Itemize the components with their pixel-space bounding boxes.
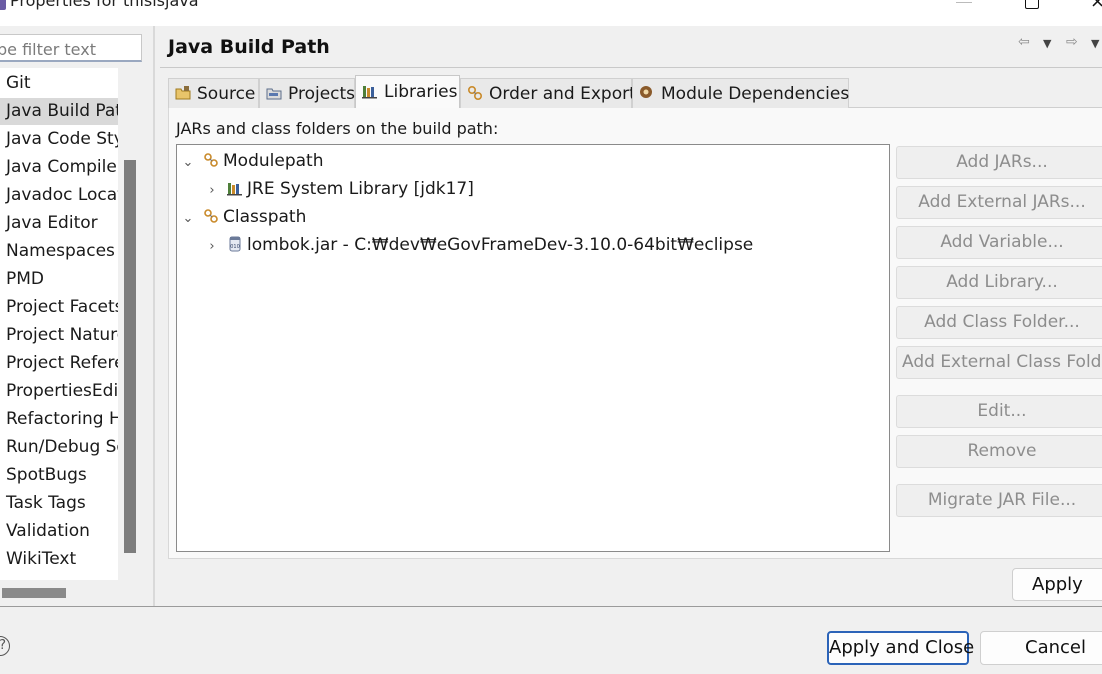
order-export-icon — [467, 81, 483, 101]
chevron-right-icon[interactable]: › — [205, 178, 219, 204]
chevron-right-icon[interactable]: › — [205, 234, 219, 260]
tree-node-modulepath[interactable]: ⌄ Modulepath — [181, 148, 324, 176]
sidebar-item-task-tags[interactable]: Task Tags — [0, 490, 118, 517]
apply-button[interactable]: Apply — [1012, 568, 1102, 601]
sidebar-item-java-build-path[interactable]: Java Build Pat — [0, 98, 118, 125]
maximize-icon[interactable] — [1025, 0, 1039, 9]
close-icon[interactable]: × — [1090, 0, 1102, 12]
add-external-jars-button[interactable]: Add External JARs... — [896, 186, 1102, 219]
tree-label-lombok-jar: lombok.jar - C:₩dev₩eGovFrameDev-3.10.0-… — [247, 235, 754, 255]
build-path-heading: JARs and class folders on the build path… — [176, 119, 499, 138]
sidebar-item-project-natures[interactable]: Project Nature — [0, 322, 118, 349]
tree-label-jre-system-library: JRE System Library [jdk17] — [247, 179, 474, 199]
add-external-class-folder-button[interactable]: Add External Class Folder — [896, 346, 1102, 379]
sidebar-item-javadoc-location[interactable]: Javadoc Locat — [0, 182, 118, 209]
apply-and-close-button[interactable]: Apply and Close — [827, 631, 974, 665]
source-folder-icon — [175, 81, 191, 100]
sidebar-item-project-facets[interactable]: Project Facets — [0, 294, 118, 321]
pane-splitter[interactable] — [153, 26, 155, 606]
module-icon — [639, 81, 655, 98]
window-title: Properties for thisisjava — [10, 0, 199, 10]
sidebar-item-wikitext[interactable]: WikiText — [0, 546, 118, 573]
chevron-down-icon[interactable]: ⌄ — [181, 206, 195, 232]
add-class-folder-button[interactable]: Add Class Folder... — [896, 306, 1102, 339]
tree-label-classpath: Classpath — [223, 207, 307, 227]
tree-node-jre-system-library[interactable]: › JRE System Library [jdk17] — [205, 176, 474, 204]
window-titlebar: Properties for thisisjava × — [0, 0, 1102, 26]
tab-source[interactable]: Source — [168, 78, 259, 108]
view-menu-icon[interactable]: ▼ — [1091, 37, 1099, 50]
build-path-tree[interactable]: ⌄ Modulepath › JRE System Library [jdk17… — [176, 144, 890, 552]
minimize-icon[interactable] — [956, 2, 972, 3]
sidebar-item-java-editor[interactable]: Java Editor — [0, 210, 118, 237]
sidebar-item-git[interactable]: Git — [0, 70, 118, 97]
tree-label-modulepath: Modulepath — [223, 151, 324, 171]
app-icon — [0, 0, 6, 10]
tab-module-dependencies[interactable]: Module Dependencies — [632, 78, 849, 108]
modulepath-icon — [203, 150, 219, 167]
libraries-icon — [362, 78, 378, 99]
tab-libraries[interactable]: Libraries — [355, 75, 460, 108]
property-page-list[interactable]: Git Java Build Pat Java Code Sty Java Co… — [0, 68, 118, 580]
edit-button[interactable]: Edit... — [896, 395, 1102, 428]
sidebar-item-pmd[interactable]: PMD — [0, 266, 118, 293]
page-title: Java Build Path — [168, 36, 330, 58]
sidebar-item-namespaces[interactable]: Namespaces — [0, 238, 118, 265]
sidebar-item-java-compiler[interactable]: Java Compiler — [0, 154, 118, 181]
tree-node-classpath[interactable]: ⌄ Classpath — [181, 204, 307, 232]
sidebar-horizontal-scroll-thumb[interactable] — [2, 588, 66, 598]
sidebar-item-project-references[interactable]: Project Refere — [0, 350, 118, 377]
tab-order-and-export-label: Order and Export — [489, 84, 636, 104]
tab-source-label: Source — [197, 84, 256, 104]
back-history-dropdown-icon[interactable]: ▼ — [1043, 37, 1051, 50]
sidebar-item-validation[interactable]: Validation — [0, 518, 118, 545]
tab-projects[interactable]: Projects — [259, 78, 355, 108]
footer-separator — [0, 606, 1102, 607]
tab-order-and-export[interactable]: Order and Export — [460, 78, 636, 108]
forward-arrow-icon[interactable]: ⇨ — [1066, 34, 1078, 50]
library-icon — [227, 178, 243, 196]
filter-input[interactable]: pe filter text — [0, 34, 142, 62]
back-arrow-icon[interactable]: ⇦ — [1018, 34, 1030, 50]
jar-icon: 010 — [227, 234, 243, 252]
tab-projects-label: Projects — [288, 84, 356, 104]
sidebar-item-run-debug-settings[interactable]: Run/Debug Se — [0, 434, 118, 461]
classpath-icon — [203, 206, 219, 223]
filter-placeholder: pe filter text — [0, 40, 96, 59]
tab-module-dependencies-label: Module Dependencies — [661, 84, 850, 104]
tab-libraries-label: Libraries — [384, 82, 458, 102]
chevron-down-icon[interactable]: ⌄ — [181, 150, 195, 176]
add-variable-button[interactable]: Add Variable... — [896, 226, 1102, 259]
cancel-button[interactable]: Cancel — [980, 631, 1102, 665]
sidebar-item-refactoring-history[interactable]: Refactoring H — [0, 406, 118, 433]
svg-text:010: 010 — [230, 244, 240, 250]
sidebar-item-spotbugs[interactable]: SpotBugs — [0, 462, 118, 489]
add-library-button[interactable]: Add Library... — [896, 266, 1102, 299]
sidebar-scroll-thumb[interactable] — [124, 160, 136, 553]
add-jars-button[interactable]: Add JARs... — [896, 146, 1102, 179]
sidebar-item-properties-editor[interactable]: PropertiesEdit — [0, 378, 118, 405]
help-icon[interactable]: ? — [0, 636, 10, 656]
remove-button[interactable]: Remove — [896, 435, 1102, 468]
header-separator — [160, 67, 1102, 68]
migrate-jar-button[interactable]: Migrate JAR File... — [896, 484, 1102, 517]
tree-node-lombok-jar[interactable]: › 010 lombok.jar - C:₩dev₩eGovFrameDev-3… — [205, 232, 753, 258]
projects-icon — [266, 81, 282, 100]
sidebar-item-java-code-style[interactable]: Java Code Sty — [0, 126, 118, 153]
